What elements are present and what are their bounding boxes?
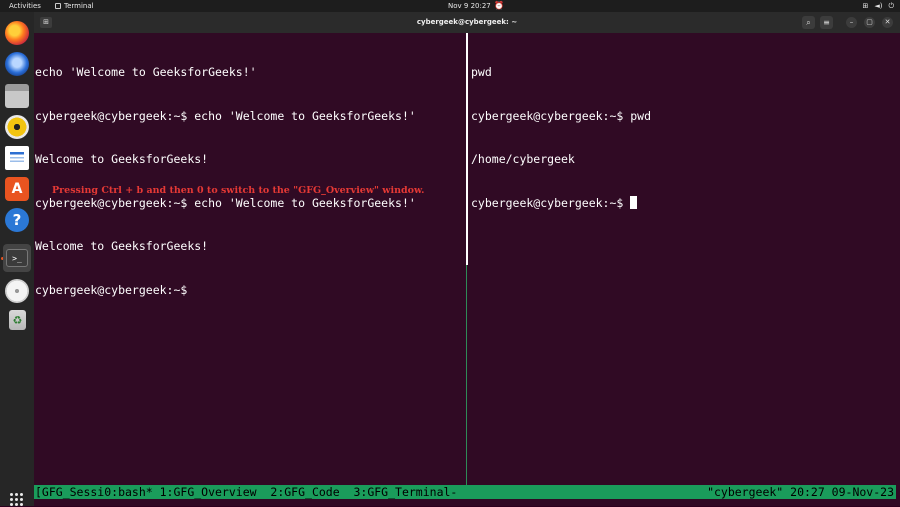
- app-menu-label: Terminal: [64, 2, 94, 10]
- tmux-window-list: [GFG_Sessi0:bash* 1:GFG_Overview 2:GFG_C…: [35, 485, 458, 499]
- terminal-line: cybergeek@cybergeek:~$ echo 'Welcome to …: [35, 195, 416, 210]
- writer-icon[interactable]: [5, 146, 29, 170]
- right-pane[interactable]: pwd cybergeek@cybergeek:~$ pwd /home/cyb…: [471, 36, 896, 239]
- alarm-icon: ⏰: [494, 1, 504, 10]
- scrollbar[interactable]: [896, 33, 900, 506]
- left-pane[interactable]: echo 'Welcome to GeeksforGeeks!' cyberge…: [35, 36, 465, 326]
- terminal-cursor: [630, 195, 638, 209]
- volume-icon: ◄): [874, 2, 883, 10]
- maximize-icon[interactable]: ▢: [864, 17, 875, 28]
- system-menu[interactable]: ⊞ ◄) ⏻: [862, 0, 894, 12]
- app-menu[interactable]: Terminal: [55, 0, 94, 12]
- menu-icon[interactable]: ≡: [820, 16, 833, 29]
- clock[interactable]: Nov 9 20:27: [448, 0, 491, 12]
- trash-icon[interactable]: ♻: [9, 310, 26, 330]
- activities-button[interactable]: Activities: [9, 0, 41, 12]
- top-bar: Activities Terminal Nov 9 20:27 ⏰ ⊞ ◄) ⏻: [0, 0, 900, 12]
- pane-divider-active[interactable]: [466, 265, 467, 485]
- terminal-line: cybergeek@cybergeek:~$ pwd: [471, 108, 652, 123]
- terminal-window: ⊞ cybergeek@cybergeek: ~ ⌕ ≡ – ▢ ✕ echo …: [34, 12, 900, 506]
- minimize-icon[interactable]: –: [846, 17, 857, 28]
- title-bar[interactable]: ⊞ cybergeek@cybergeek: ~ ⌕ ≡ – ▢ ✕: [34, 12, 900, 33]
- firefox-icon[interactable]: [5, 21, 29, 45]
- terminal-line: echo 'Welcome to GeeksforGeeks!': [35, 65, 257, 79]
- terminal-prompt-line: cybergeek@cybergeek:~$: [471, 195, 896, 211]
- show-apps-icon[interactable]: [10, 493, 24, 507]
- thunderbird-icon[interactable]: [5, 52, 29, 76]
- instruction-annotation: Pressing Ctrl + b and then 0 to switch t…: [52, 185, 425, 196]
- tmux-status-bar: [GFG_Sessi0:bash* 1:GFG_Overview 2:GFG_C…: [34, 485, 896, 499]
- search-icon[interactable]: ⌕: [802, 16, 815, 29]
- terminal-area[interactable]: echo 'Welcome to GeeksforGeeks!' cyberge…: [34, 33, 900, 506]
- terminal-icon: [55, 3, 61, 9]
- rhythmbox-icon[interactable]: [5, 115, 29, 139]
- terminal-dock-item[interactable]: >_: [3, 244, 31, 272]
- terminal-line: cybergeek@cybergeek:~$ echo 'Welcome to …: [35, 108, 416, 123]
- window-title: cybergeek@cybergeek: ~: [416, 18, 518, 26]
- power-icon: ⏻: [888, 2, 894, 10]
- dock: A ? >_ ♻: [0, 12, 34, 506]
- terminal-line: pwd: [471, 65, 492, 79]
- terminal-line: Welcome to GeeksforGeeks!: [35, 239, 209, 253]
- app-center-icon[interactable]: A: [5, 177, 29, 201]
- files-icon[interactable]: [5, 84, 29, 108]
- dvd-icon[interactable]: [5, 279, 29, 303]
- terminal-line: cybergeek@cybergeek:~$: [35, 282, 188, 297]
- terminal-line: Welcome to GeeksforGeeks!: [35, 152, 209, 166]
- network-icon: ⊞: [862, 2, 869, 10]
- close-icon[interactable]: ✕: [882, 17, 893, 28]
- terminal-app-icon: >_: [6, 249, 28, 267]
- help-icon[interactable]: ?: [5, 208, 29, 232]
- terminal-prompt: cybergeek@cybergeek:~$: [471, 195, 631, 210]
- pane-divider[interactable]: [466, 33, 468, 265]
- tmux-status-right: "cybergeek" 20:27 09-Nov-23: [707, 485, 894, 499]
- terminal-line: /home/cybergeek: [471, 152, 575, 166]
